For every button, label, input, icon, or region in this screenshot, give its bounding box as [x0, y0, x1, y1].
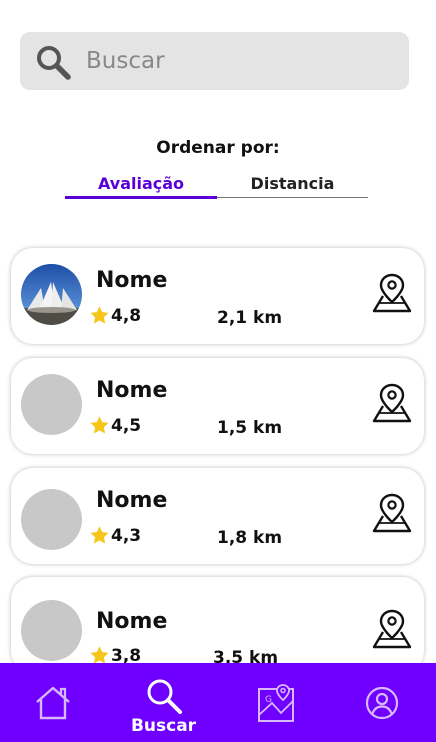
search-input[interactable]: [86, 32, 386, 90]
map-icon: G: [258, 684, 294, 722]
sort-tabs: Avaliação Distancia: [65, 172, 368, 199]
svg-text:G: G: [265, 695, 272, 705]
place-distance: 1,5 km: [217, 418, 283, 438]
place-card[interactable]: Nome 4,5 1,5 km: [11, 358, 424, 454]
map-pin-icon[interactable]: [371, 382, 413, 424]
place-photo-placeholder: [21, 374, 82, 435]
place-card[interactable]: Nome 4,3 1,8 km: [11, 468, 424, 564]
place-photo: [21, 264, 82, 325]
search-bar[interactable]: [20, 32, 409, 90]
place-name: Nome: [96, 609, 168, 634]
place-card[interactable]: Nome 4,8 2,1 km: [11, 248, 424, 344]
place-rating: 4,8: [89, 305, 141, 326]
place-distance: 1,8 km: [217, 528, 283, 548]
nav-search-label: Buscar: [130, 716, 197, 736]
rating-value: 4,5: [111, 415, 142, 436]
place-distance: 2,1 km: [217, 308, 283, 328]
place-photo-placeholder: [21, 600, 82, 661]
tab-distancia[interactable]: Distancia: [217, 172, 368, 198]
star-icon: [90, 416, 109, 434]
place-name: Nome: [96, 488, 168, 513]
tab-avaliacao[interactable]: Avaliação: [65, 172, 217, 199]
search-icon: [147, 679, 182, 714]
nav-map[interactable]: G: [218, 663, 327, 742]
place-photo-placeholder: [21, 489, 82, 550]
map-pin-icon[interactable]: [371, 272, 413, 314]
star-icon: [90, 526, 109, 544]
place-rating: 4,5: [89, 415, 141, 436]
place-rating: 4,3: [89, 525, 141, 546]
place-card[interactable]: Nome 3,8 3,5 km: [11, 577, 424, 673]
map-pin-icon[interactable]: [371, 492, 413, 534]
star-icon: [90, 306, 109, 324]
map-pin-icon[interactable]: [371, 608, 413, 650]
place-name: Nome: [96, 378, 168, 403]
rating-value: 4,8: [111, 305, 142, 326]
bottom-navbar: Buscar G: [0, 663, 436, 742]
nav-profile[interactable]: [327, 663, 436, 742]
profile-icon: [365, 686, 399, 720]
place-name: Nome: [96, 268, 168, 293]
nav-search[interactable]: Buscar: [109, 663, 218, 742]
rating-value: 4,3: [111, 525, 142, 546]
search-icon: [37, 46, 71, 80]
sort-title: Ordenar por:: [156, 138, 280, 158]
nav-home[interactable]: [0, 663, 109, 742]
home-icon: [36, 686, 70, 720]
